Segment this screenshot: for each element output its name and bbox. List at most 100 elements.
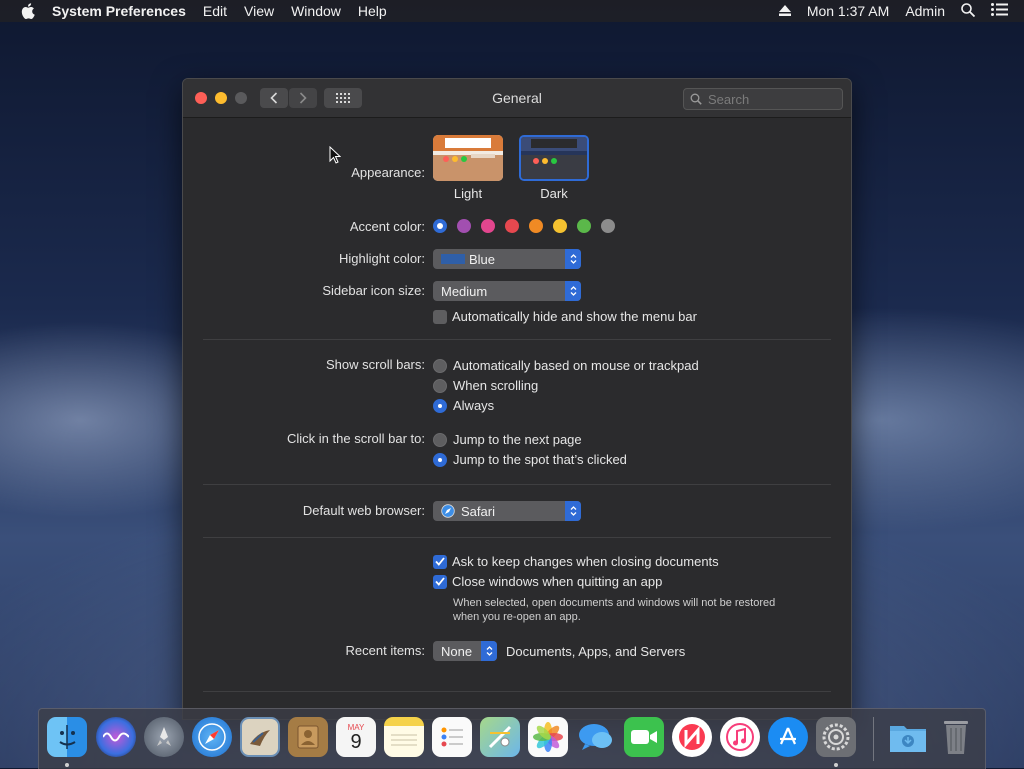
dock-trash-icon[interactable] (936, 717, 976, 757)
menu-view[interactable]: View (244, 3, 274, 19)
popup-arrows-icon (481, 641, 497, 661)
menu-help[interactable]: Help (358, 3, 387, 19)
menu-window[interactable]: Window (291, 3, 341, 19)
dock-contacts-icon[interactable] (288, 717, 328, 757)
highlight-color-popup[interactable]: Blue (433, 249, 581, 269)
close-windows-checkbox[interactable]: Close windows when quitting an app (433, 574, 662, 589)
highlight-value: Blue (469, 251, 496, 267)
scroll-bars-auto-label: Automatically based on mouse or trackpad (453, 358, 699, 373)
dock-app-store-icon[interactable] (768, 717, 808, 757)
dock-launchpad-icon[interactable] (144, 717, 184, 757)
accent-color-swatch-7[interactable] (601, 219, 615, 233)
general-preferences-window: General Search Appearance: Light Dark Ac… (182, 78, 852, 720)
search-icon (690, 93, 702, 105)
dock-downloads-folder-icon[interactable] (888, 717, 928, 757)
popup-arrows-icon (565, 501, 581, 521)
accent-color-swatch-4[interactable] (529, 219, 543, 233)
recent-items-value: None (441, 643, 473, 659)
dock-system-preferences-icon[interactable] (816, 717, 856, 757)
popup-arrows-icon (565, 281, 581, 301)
jump-next-page-radio[interactable]: Jump to the next page (433, 432, 582, 447)
search-field[interactable]: Search (683, 88, 843, 110)
accent-color-swatch-5[interactable] (553, 219, 567, 233)
default-browser-value: Safari (461, 503, 495, 519)
accent-color-swatch-6[interactable] (577, 219, 591, 233)
scroll-bars-always-label: Always (453, 398, 495, 413)
ask-keep-changes-label: Ask to keep changes when closing documen… (452, 554, 719, 569)
dock-calendar-day: 9 (350, 730, 362, 753)
scroll-bars-auto-radio[interactable]: Automatically based on mouse or trackpad (433, 358, 699, 373)
sidebar-icon-size-popup[interactable]: Medium (433, 281, 581, 301)
scroll-bars-always-radio[interactable]: Always (433, 398, 494, 413)
dock-safari-icon[interactable] (192, 717, 232, 757)
dock-divider (873, 717, 874, 761)
dock: MAY 9 (38, 708, 986, 769)
running-indicator (834, 763, 838, 767)
eject-icon[interactable] (778, 3, 791, 19)
highlight-swatch (441, 254, 465, 264)
dock-photos-icon[interactable] (528, 717, 568, 757)
accent-color-swatch-3[interactable] (505, 219, 519, 233)
search-placeholder: Search (708, 91, 750, 107)
menu-edit[interactable]: Edit (203, 3, 227, 19)
checkmark-icon (433, 554, 447, 569)
dock-reminders-icon[interactable] (432, 717, 472, 757)
safari-icon (441, 504, 455, 518)
accent-color-swatch-2[interactable] (481, 219, 495, 233)
accent-color-swatch-0[interactable] (433, 219, 447, 233)
checkbox-empty-icon (433, 309, 447, 324)
dock-maps-icon[interactable] (480, 717, 520, 757)
menubar-autohide-label: Automatically hide and show the menu bar (452, 309, 697, 324)
appearance-dark-label: Dark (540, 186, 568, 201)
apple-menu-icon[interactable] (18, 3, 38, 19)
close-windows-note-line2: when you re-open an app. (453, 611, 581, 623)
default-browser-popup[interactable]: Safari (433, 501, 581, 521)
scroll-bars-when-scrolling-label: When scrolling (453, 378, 539, 393)
dock-facetime-icon[interactable] (624, 717, 664, 757)
jump-next-page-label: Jump to the next page (453, 432, 582, 447)
dock-music-icon[interactable] (720, 717, 760, 757)
scroll-bars-when-scrolling-radio[interactable]: When scrolling (433, 378, 538, 393)
menu-user[interactable]: Admin (905, 3, 945, 19)
dock-messages-icon[interactable] (576, 717, 616, 757)
mouse-pointer-icon (329, 145, 342, 169)
separator (203, 691, 831, 692)
sidebar-icon-size-value: Medium (441, 283, 488, 299)
popup-arrows-icon (565, 249, 581, 269)
notification-center-icon[interactable] (991, 3, 1008, 19)
dock-siri-icon[interactable] (96, 717, 136, 757)
running-indicator (65, 763, 69, 767)
appearance-label: Appearance: (351, 165, 425, 180)
recent-items-suffix: Documents, Apps, and Servers (506, 643, 686, 659)
separator (203, 339, 831, 340)
dock-notes-icon[interactable] (384, 717, 424, 757)
dock-calendar-icon[interactable]: MAY 9 (336, 717, 376, 757)
checkmark-icon (433, 574, 447, 589)
spotlight-search-icon[interactable] (961, 2, 976, 20)
ask-keep-changes-checkbox[interactable]: Ask to keep changes when closing documen… (433, 554, 719, 569)
recent-items-label: Recent items: (345, 643, 425, 658)
menu-clock[interactable]: Mon 1:37 AM (807, 3, 890, 19)
dock-news-icon[interactable] (672, 717, 712, 757)
appearance-dark-option[interactable] (519, 135, 589, 181)
close-windows-label: Close windows when quitting an app (452, 574, 663, 589)
separator (203, 484, 831, 485)
accent-color-picker (433, 219, 625, 233)
accent-color-label: Accent color: (349, 219, 425, 234)
jump-to-spot-radio[interactable]: Jump to the spot that’s clicked (433, 452, 627, 467)
sidebar-icon-size-label: Sidebar icon size: (322, 283, 425, 298)
menu-bar: System Preferences Edit View Window Help… (0, 0, 1024, 22)
default-browser-label: Default web browser: (302, 503, 425, 518)
separator (203, 537, 831, 538)
appearance-light-option[interactable] (433, 135, 503, 181)
dock-mail-icon[interactable] (240, 717, 280, 757)
recent-items-popup[interactable]: None (433, 641, 497, 661)
jump-to-spot-label: Jump to the spot that’s clicked (453, 452, 627, 467)
menubar-autohide-checkbox[interactable]: Automatically hide and show the menu bar (433, 309, 697, 324)
accent-color-swatch-1[interactable] (457, 219, 471, 233)
dock-finder-icon[interactable] (47, 717, 87, 757)
title-bar: General Search (183, 79, 851, 118)
menu-app-name[interactable]: System Preferences (52, 3, 186, 19)
close-windows-note-line1: When selected, open documents and window… (453, 597, 776, 609)
highlight-color-label: Highlight color: (339, 251, 425, 266)
